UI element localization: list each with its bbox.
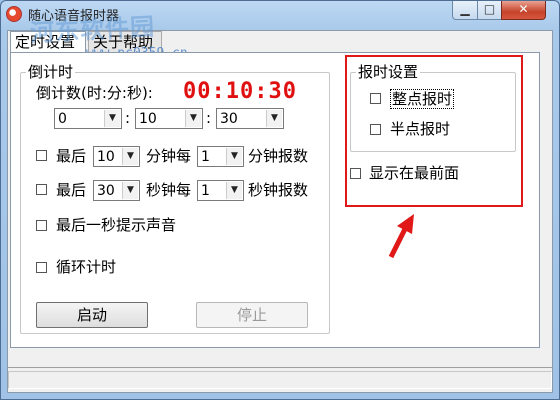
red-arrow-icon: [388, 214, 414, 259]
chevron-down-icon[interactable]: ▼: [122, 182, 138, 199]
chevron-down-icon[interactable]: ▼: [266, 110, 282, 127]
last-seconds-value: 30: [97, 183, 115, 199]
countdown-group-label: 倒计时: [26, 63, 76, 81]
stop-button[interactable]: 停止: [196, 302, 308, 328]
minutes-value: 10: [139, 111, 157, 127]
second-interval-value: 1: [201, 183, 210, 199]
app-clock-icon: [6, 6, 22, 22]
chevron-down-icon[interactable]: ▼: [185, 110, 201, 127]
status-bar-panel: [8, 371, 552, 389]
last-minutes-middle: 分钟每: [146, 147, 192, 165]
chevron-down-icon[interactable]: ▼: [226, 148, 242, 165]
minute-interval-value: 1: [201, 149, 210, 165]
hours-select[interactable]: 0 ▼: [54, 108, 122, 129]
chevron-down-icon[interactable]: ▼: [104, 110, 120, 127]
last-minutes-prefix: 最后: [56, 147, 87, 165]
minute-interval-select[interactable]: 1 ▼: [197, 146, 244, 167]
loop-timer-label[interactable]: 循环计时: [56, 258, 116, 276]
minimize-button[interactable]: ▁: [452, 1, 478, 20]
second-interval-select[interactable]: 1 ▼: [197, 180, 244, 201]
last-minutes-select[interactable]: 10 ▼: [93, 146, 140, 167]
close-button[interactable]: ✕: [501, 1, 546, 20]
last-seconds-select[interactable]: 30 ▼: [93, 180, 140, 201]
seconds-value: 30: [220, 111, 238, 127]
last-second-sound-label[interactable]: 最后一秒提示声音: [56, 216, 176, 234]
last-minutes-checkbox[interactable]: [36, 150, 47, 161]
hours-value: 0: [58, 111, 67, 127]
last-minutes-value: 10: [97, 149, 115, 165]
maximize-button[interactable]: □: [477, 1, 502, 20]
last-seconds-prefix: 最后: [56, 181, 87, 199]
chevron-down-icon[interactable]: ▼: [122, 148, 138, 165]
loop-timer-checkbox[interactable]: [36, 262, 47, 273]
last-seconds-suffix: 秒钟报数: [248, 181, 309, 199]
last-second-sound-checkbox[interactable]: [36, 220, 47, 231]
last-seconds-middle: 秒钟每: [146, 181, 192, 199]
watermark-logo: 河东软件园: [29, 12, 156, 48]
time-separator: :: [125, 109, 131, 127]
minutes-select[interactable]: 10 ▼: [135, 108, 203, 129]
countdown-display: 00:10:30: [183, 79, 297, 104]
time-separator: :: [206, 109, 212, 127]
highlight-box: [345, 55, 523, 207]
seconds-select[interactable]: 30 ▼: [216, 108, 284, 129]
last-minutes-suffix: 分钟报数: [248, 147, 309, 165]
last-seconds-checkbox[interactable]: [36, 184, 47, 195]
countdown-time-label: 倒计数(时:分:秒):: [36, 84, 153, 102]
chevron-down-icon[interactable]: ▼: [226, 182, 242, 199]
start-button[interactable]: 启动: [36, 302, 148, 328]
